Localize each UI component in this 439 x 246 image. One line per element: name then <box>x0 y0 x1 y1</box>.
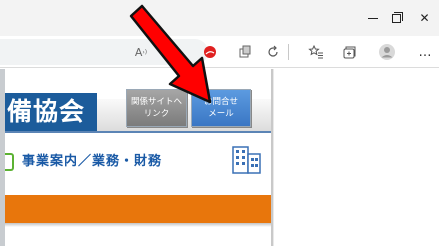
favorites-glyph <box>308 44 323 59</box>
contact-label-line1: お問合せ <box>203 97 238 107</box>
building-icon[interactable] <box>232 146 262 174</box>
more-glyph: … <box>418 44 432 60</box>
contact-label-line2: メール <box>208 109 234 119</box>
read-aloud-icon[interactable]: A ›) <box>132 43 150 61</box>
orange-navigation-bar <box>5 195 271 223</box>
read-aloud-waves: ›) <box>142 48 148 56</box>
collections-icon[interactable] <box>340 43 358 61</box>
related-sites-link-button[interactable]: 関係サイトへ リンク <box>126 89 187 127</box>
browser-toolbar: A ›) … <box>0 36 439 68</box>
read-aloud-letter: A <box>134 45 143 59</box>
zoom-glyph <box>163 46 175 58</box>
refresh-collection-icon[interactable] <box>264 43 282 61</box>
close-icon: ✕ <box>419 11 430 25</box>
refresh-glyph <box>268 45 278 57</box>
red-extension-glyph <box>204 46 216 58</box>
profile-icon[interactable] <box>378 43 396 61</box>
related-sites-label-line1: 関係サイトへ <box>130 97 182 107</box>
contact-mail-button[interactable]: お問合せ メール <box>191 89 251 127</box>
favorites-icon[interactable] <box>307 43 325 61</box>
organization-name-banner[interactable]: 備協会 <box>5 93 97 131</box>
web-page-viewport: 備協会 関係サイトへ リンク お問合せ メール 事業案内／業務・財務 <box>0 69 439 246</box>
orange-bar-shadow <box>5 223 271 227</box>
browser-title-bar: ✕ <box>0 0 439 36</box>
toolbar-separator <box>288 44 289 60</box>
related-sites-label-line2: リンク <box>143 109 170 119</box>
more-icon[interactable]: … <box>416 43 434 61</box>
puzzle-glyph <box>239 45 251 58</box>
pane-divider-highlight <box>273 69 274 246</box>
green-frame-icon <box>5 153 14 171</box>
collections-glyph <box>343 46 356 59</box>
restore-icon <box>391 11 403 23</box>
header-underline <box>5 131 271 133</box>
puzzle-icon[interactable] <box>236 43 254 61</box>
zoom-icon[interactable] <box>160 43 178 61</box>
extension-red-icon[interactable] <box>201 43 219 61</box>
close-window-button[interactable]: ✕ <box>410 0 439 36</box>
profile-glyph <box>379 44 395 60</box>
subnav-business-finance-link[interactable]: 事業案内／業務・財務 <box>22 152 162 172</box>
